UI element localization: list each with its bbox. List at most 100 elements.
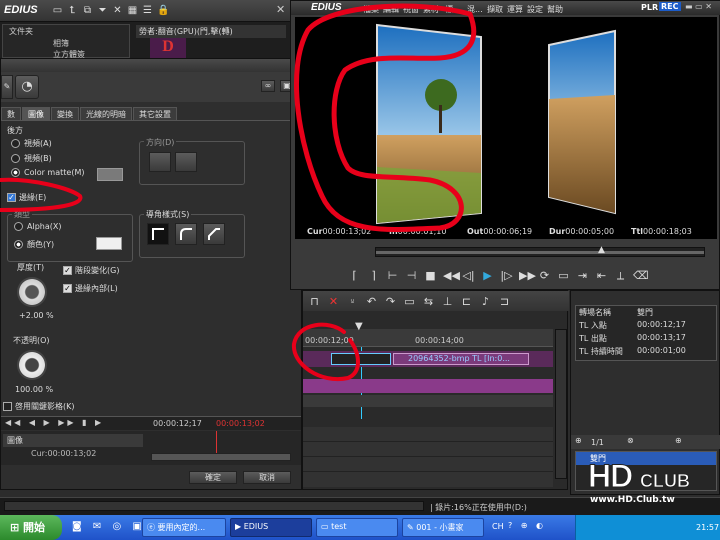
quicklaunch-icons[interactable]: ◙ ✉ ◎ ▣ bbox=[72, 521, 146, 532]
delete-clip-icon[interactable]: ✕ bbox=[327, 295, 340, 308]
link-icon[interactable]: ∞ bbox=[261, 80, 275, 92]
delete-icon[interactable]: ⌫ bbox=[633, 269, 649, 282]
timeline-ruler[interactable]: 00:00:12;00 00:00:14;00 ▼ bbox=[303, 321, 553, 347]
lock-icon[interactable]: 🔒 bbox=[157, 5, 169, 16]
corner-bevel-button[interactable] bbox=[203, 223, 225, 245]
redo-icon[interactable]: ↷ bbox=[384, 295, 397, 308]
ruler-playhead[interactable]: ▼ bbox=[355, 321, 363, 332]
tab-transform[interactable]: 變換 bbox=[51, 107, 79, 121]
timeline-vscroll[interactable] bbox=[555, 329, 567, 479]
sync-icon[interactable]: ⇆ bbox=[422, 295, 435, 308]
play-icon[interactable]: ▶ bbox=[481, 269, 494, 282]
thickness-dial[interactable] bbox=[17, 277, 47, 307]
list-icon[interactable]: ☰ bbox=[142, 5, 153, 16]
menu-clip[interactable]: 素材 bbox=[423, 4, 439, 15]
trim-icon[interactable]: ⊐ bbox=[498, 295, 511, 308]
kf-controls[interactable]: ◀◀ ◀ ▶ ▶▶ ▮ ▶ bbox=[5, 418, 104, 427]
gauge-icon[interactable]: ◔ bbox=[15, 75, 39, 99]
loop-icon[interactable]: ⟳ bbox=[538, 269, 551, 282]
color-matte-swatch[interactable] bbox=[97, 168, 123, 181]
opacity-dial[interactable] bbox=[17, 350, 47, 380]
marker-icon[interactable]: ⊏ bbox=[460, 295, 473, 308]
menu-mix[interactable]: 混... bbox=[467, 4, 483, 15]
split-icon[interactable]: ⟂ bbox=[614, 269, 627, 282]
cancel-button[interactable]: 取消 bbox=[243, 471, 291, 484]
insert-icon[interactable]: ⇥ bbox=[576, 269, 589, 282]
menu-render[interactable]: 運算 bbox=[507, 4, 523, 15]
snap-icon[interactable]: ⊥ bbox=[441, 295, 454, 308]
menu-view[interactable]: 視窗 bbox=[403, 4, 419, 15]
step-back-icon[interactable]: ◁| bbox=[462, 269, 475, 282]
set-out-icon[interactable]: ⊣ bbox=[405, 269, 418, 282]
tab-image[interactable]: 圖像 bbox=[22, 107, 50, 121]
radio-video-a[interactable]: 視頻(A) bbox=[11, 138, 52, 149]
clip-thumbnail[interactable]: D bbox=[150, 38, 186, 60]
direction-right-button[interactable] bbox=[175, 152, 197, 172]
tray-icons[interactable]: ? ⊕ ◐ bbox=[508, 521, 546, 530]
close-icon[interactable]: ✕ bbox=[276, 3, 285, 16]
grid-icon[interactable]: ▦ bbox=[127, 5, 138, 16]
corner-square-button[interactable] bbox=[147, 223, 169, 245]
rewind-icon[interactable]: ◀◀ bbox=[443, 269, 460, 282]
language-indicator[interactable]: CH bbox=[492, 522, 504, 531]
up-icon[interactable]: ⮤ bbox=[67, 5, 78, 16]
tab-other[interactable]: 其它設置 bbox=[133, 107, 177, 121]
ok-button[interactable]: 確定 bbox=[189, 471, 237, 484]
set-in-icon[interactable]: ⊢ bbox=[386, 269, 399, 282]
group-icon[interactable]: ▭ bbox=[403, 295, 416, 308]
audio-icon[interactable]: ♪ bbox=[479, 295, 492, 308]
edge-checkbox[interactable]: ✓ 邊緣(E) bbox=[7, 192, 46, 203]
mark-in-icon[interactable]: ⌈ bbox=[348, 269, 361, 282]
window-buttons[interactable]: ▬ ▭ ✕ bbox=[685, 2, 712, 11]
delete-marker-icon[interactable]: ⊗ bbox=[627, 436, 634, 445]
task-item-0[interactable]: ⓔ 要用內定的... bbox=[142, 518, 226, 537]
mode-rec[interactable]: REC bbox=[659, 2, 681, 11]
folder-icon[interactable]: ▭ bbox=[52, 5, 63, 16]
wand-icon[interactable]: ✎ bbox=[1, 75, 13, 99]
mode-plr[interactable]: PLR bbox=[641, 3, 658, 12]
undo-icon[interactable]: ↶ bbox=[365, 295, 378, 308]
task-item-1[interactable]: ▶ EDIUS bbox=[230, 518, 312, 537]
inner-edge-checkbox[interactable]: ✓ 邊緣內部(L) bbox=[63, 283, 118, 294]
menu-settings[interactable]: 設定 bbox=[527, 4, 543, 15]
overwrite-icon[interactable]: ⇤ bbox=[595, 269, 608, 282]
radio-color-matte[interactable]: Color matte(M) bbox=[11, 168, 84, 177]
cut-icon[interactable]: ✕ bbox=[112, 5, 123, 16]
menu-capture[interactable]: 擷取 bbox=[487, 4, 503, 15]
razor-icon[interactable]: ⊓ bbox=[308, 295, 321, 308]
corner-round-button[interactable] bbox=[175, 223, 197, 245]
gradient-checkbox[interactable]: ✓ 階段變化(G) bbox=[63, 265, 119, 276]
settings-icon[interactable]: ⏷ bbox=[97, 5, 108, 16]
menu-mark[interactable]: 標... bbox=[445, 4, 461, 15]
step-forward-icon[interactable]: |▷ bbox=[500, 269, 513, 282]
settings-marker-icon[interactable]: ⊕ bbox=[675, 436, 682, 445]
fast-forward-icon[interactable]: ▶▶ bbox=[519, 269, 536, 282]
direction-left-button[interactable] bbox=[149, 152, 171, 172]
folder-album[interactable]: 相簿 bbox=[3, 38, 129, 49]
task-item-3[interactable]: ✎ 001 - 小畫家 bbox=[402, 518, 484, 537]
tab-params[interactable]: 數 bbox=[1, 107, 21, 121]
menu-file[interactable]: 檔案 bbox=[363, 4, 379, 15]
menu-edit[interactable]: 編輯 bbox=[383, 4, 399, 15]
kf-scrollbar[interactable] bbox=[151, 453, 291, 461]
mark-out-icon[interactable]: ⌉ bbox=[367, 269, 380, 282]
scrubber-handle[interactable]: ▲ bbox=[598, 245, 605, 255]
ripple-icon[interactable]: ⸚ bbox=[346, 295, 359, 308]
transition-clip[interactable] bbox=[331, 353, 391, 365]
open-icon[interactable]: ⧉ bbox=[82, 5, 93, 16]
add-marker-icon[interactable]: ⊕ bbox=[575, 436, 582, 445]
player-scrubber[interactable]: ▲ bbox=[375, 245, 705, 257]
tab-lighting[interactable]: 光線的明暗 bbox=[80, 107, 132, 121]
menu-help[interactable]: 幫助 bbox=[547, 4, 563, 15]
horizontal-scroll[interactable] bbox=[4, 501, 424, 511]
stop-icon[interactable]: ■ bbox=[424, 269, 437, 282]
start-button[interactable]: ⊞ 開始 bbox=[0, 515, 62, 540]
radio-alpha[interactable]: Alpha(X) bbox=[14, 222, 61, 231]
task-item-2[interactable]: ▭ test bbox=[316, 518, 398, 537]
keyframe-checkbox[interactable]: 啓用關鍵影格(K) bbox=[3, 401, 75, 412]
edge-color-swatch[interactable] bbox=[96, 237, 122, 250]
radio-video-b[interactable]: 視頻(B) bbox=[11, 153, 52, 164]
output-icon[interactable]: ▭ bbox=[557, 269, 570, 282]
kf-playhead[interactable] bbox=[216, 431, 217, 453]
radio-color[interactable]: 顏色(Y) bbox=[14, 239, 54, 250]
